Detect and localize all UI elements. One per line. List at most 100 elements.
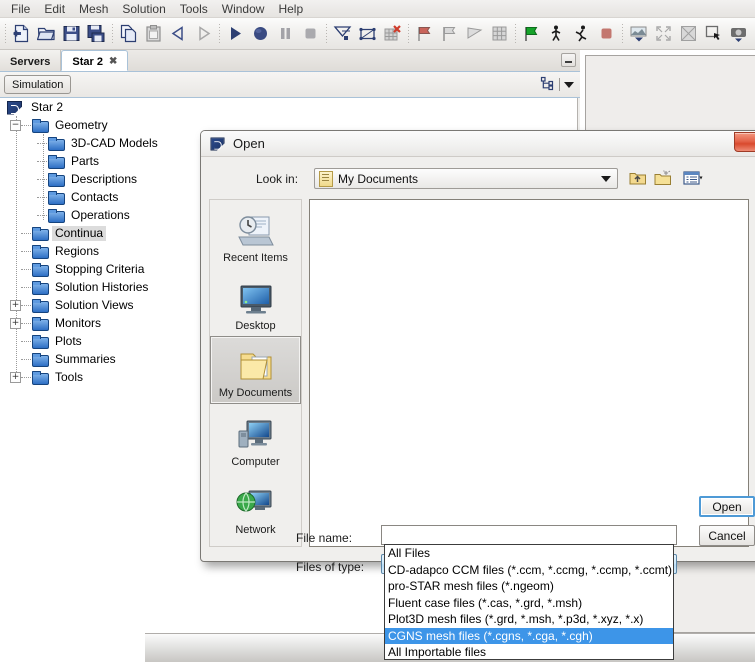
stop-icon[interactable] xyxy=(298,21,323,47)
menu-item-solution[interactable]: Solution xyxy=(115,1,172,17)
open-folder-icon[interactable] xyxy=(34,21,59,47)
my-documents-icon xyxy=(235,348,277,384)
dropdown-option-selected[interactable]: CGNS mesh files (*.cgns, *.cga, *.cgh) xyxy=(385,627,673,644)
view-menu-icon[interactable] xyxy=(677,167,709,189)
recent-items-icon xyxy=(235,213,277,249)
dropdown-option[interactable]: pro-STAR mesh files (*.ngeom) xyxy=(385,578,673,595)
close-icon[interactable]: ✖ xyxy=(109,56,117,67)
walk-icon[interactable] xyxy=(544,21,569,47)
place-label: Network xyxy=(235,524,276,536)
flag-fold-icon[interactable] xyxy=(462,21,487,47)
reset-view-icon[interactable] xyxy=(676,21,701,47)
grid-icon[interactable] xyxy=(487,21,512,47)
tree-structure-icon[interactable] xyxy=(540,76,555,94)
step-forward-icon[interactable] xyxy=(191,21,216,47)
tree-node-label: Solution Histories xyxy=(55,279,149,294)
tab-servers[interactable]: Servers xyxy=(0,50,62,71)
tree-guide-dash xyxy=(37,178,47,180)
expand-icon[interactable]: + xyxy=(10,299,21,311)
folder-icon xyxy=(32,334,49,349)
tree-guide-dash xyxy=(21,358,31,360)
minimize-button[interactable] xyxy=(561,53,576,67)
open-button[interactable]: Open xyxy=(699,496,755,517)
tab-star-2-label: Star 2 xyxy=(72,55,103,68)
mesh-generate-icon[interactable] xyxy=(330,21,355,47)
scene-image-icon[interactable] xyxy=(626,21,651,47)
save-icon[interactable] xyxy=(59,21,84,47)
folder-icon xyxy=(32,226,49,241)
simulation-button[interactable]: Simulation xyxy=(4,75,72,94)
chevron-down-icon[interactable] xyxy=(564,81,574,88)
folder-icon xyxy=(48,190,65,205)
tree-node-label: Monitors xyxy=(55,315,102,330)
folder-icon xyxy=(32,298,49,313)
place-my-documents[interactable]: My Documents xyxy=(210,336,301,404)
new-document-icon[interactable] xyxy=(9,21,34,47)
place-desktop[interactable]: Desktop xyxy=(210,268,301,336)
dropdown-option[interactable]: Plot3D mesh files (*.grd, *.msh, *.p3d, … xyxy=(385,611,673,628)
dropdown-option[interactable]: Fluent case files (*.cas, *.grd, *.msh) xyxy=(385,595,673,612)
folder-icon xyxy=(32,370,49,385)
tree-guide-dash xyxy=(37,160,47,162)
tree-node-label: Operations xyxy=(71,207,130,222)
dropdown-option[interactable]: CD-adapco CCM files (*.ccm, *.ccmg, *.cc… xyxy=(385,562,673,579)
folder-icon xyxy=(48,172,65,187)
file-list[interactable] xyxy=(309,199,749,547)
flag-green-icon[interactable] xyxy=(519,21,544,47)
place-recent-items[interactable]: Recent Items xyxy=(210,200,301,268)
sphere-icon[interactable] xyxy=(248,21,273,47)
select-region-icon[interactable] xyxy=(701,21,726,47)
tree-node-label: Regions xyxy=(55,243,100,258)
menu-item-edit[interactable]: Edit xyxy=(37,1,72,17)
expand-icon[interactable]: + xyxy=(10,371,21,383)
menu-item-window[interactable]: Window xyxy=(215,1,272,17)
back-arrow-icon[interactable] xyxy=(751,21,755,47)
files-of-type-dropdown[interactable]: All Files CD-adapco CCM files (*.ccm, *.… xyxy=(384,544,674,660)
cancel-button[interactable]: Cancel xyxy=(699,525,755,546)
expand-icon[interactable]: + xyxy=(10,317,21,329)
place-computer[interactable]: Computer xyxy=(210,404,301,472)
pause-icon[interactable] xyxy=(273,21,298,47)
menu-item-mesh[interactable]: Mesh xyxy=(72,1,115,17)
tree-guide-dash xyxy=(37,196,47,198)
surface-remesher-icon[interactable] xyxy=(355,21,380,47)
new-folder-icon[interactable] xyxy=(651,167,675,189)
tree-guide-dash xyxy=(37,142,47,144)
save-all-icon[interactable] xyxy=(84,21,109,47)
dropdown-option[interactable]: All Files xyxy=(385,545,673,562)
tree-guide-dash xyxy=(21,124,31,126)
camera-icon[interactable] xyxy=(726,21,751,47)
menu-bar: File Edit Mesh Solution Tools Window Hel… xyxy=(0,0,755,18)
toolbar-separator xyxy=(619,23,626,44)
paste-icon[interactable] xyxy=(141,21,166,47)
place-network[interactable]: Network xyxy=(210,472,301,540)
step-back-icon[interactable] xyxy=(166,21,191,47)
tree-node-root[interactable]: Star 2 xyxy=(0,98,577,116)
run-icon[interactable] xyxy=(569,21,594,47)
dropdown-option[interactable]: All Importable files xyxy=(385,644,673,659)
file-name-input[interactable] xyxy=(381,525,677,545)
flag-grey-icon[interactable] xyxy=(437,21,462,47)
tree-guide-dash xyxy=(21,250,31,252)
folder-icon xyxy=(32,352,49,367)
toolbar-separator xyxy=(216,23,223,44)
tab-star-2[interactable]: Star 2 ✖ xyxy=(61,50,129,71)
close-icon[interactable] xyxy=(734,132,755,152)
up-one-level-icon[interactable] xyxy=(626,167,650,189)
tree-node-label: Continua xyxy=(52,225,107,241)
chevron-down-icon[interactable] xyxy=(601,176,611,182)
folder-icon xyxy=(32,244,49,259)
look-in-combo[interactable]: My Documents xyxy=(314,168,618,189)
star-ccm-icon xyxy=(209,136,226,150)
flag-red-icon[interactable] xyxy=(412,21,437,47)
menu-item-tools[interactable]: Tools xyxy=(173,1,215,17)
play-icon[interactable] xyxy=(223,21,248,47)
menu-item-help[interactable]: Help xyxy=(271,1,310,17)
collapse-icon[interactable]: − xyxy=(10,119,21,131)
copy-icon[interactable] xyxy=(116,21,141,47)
menu-item-file[interactable]: File xyxy=(4,1,37,17)
explorer-sub-toolbar: Simulation xyxy=(0,72,580,98)
clear-mesh-icon[interactable] xyxy=(380,21,405,47)
stop-red-icon[interactable] xyxy=(594,21,619,47)
fit-view-icon[interactable] xyxy=(651,21,676,47)
